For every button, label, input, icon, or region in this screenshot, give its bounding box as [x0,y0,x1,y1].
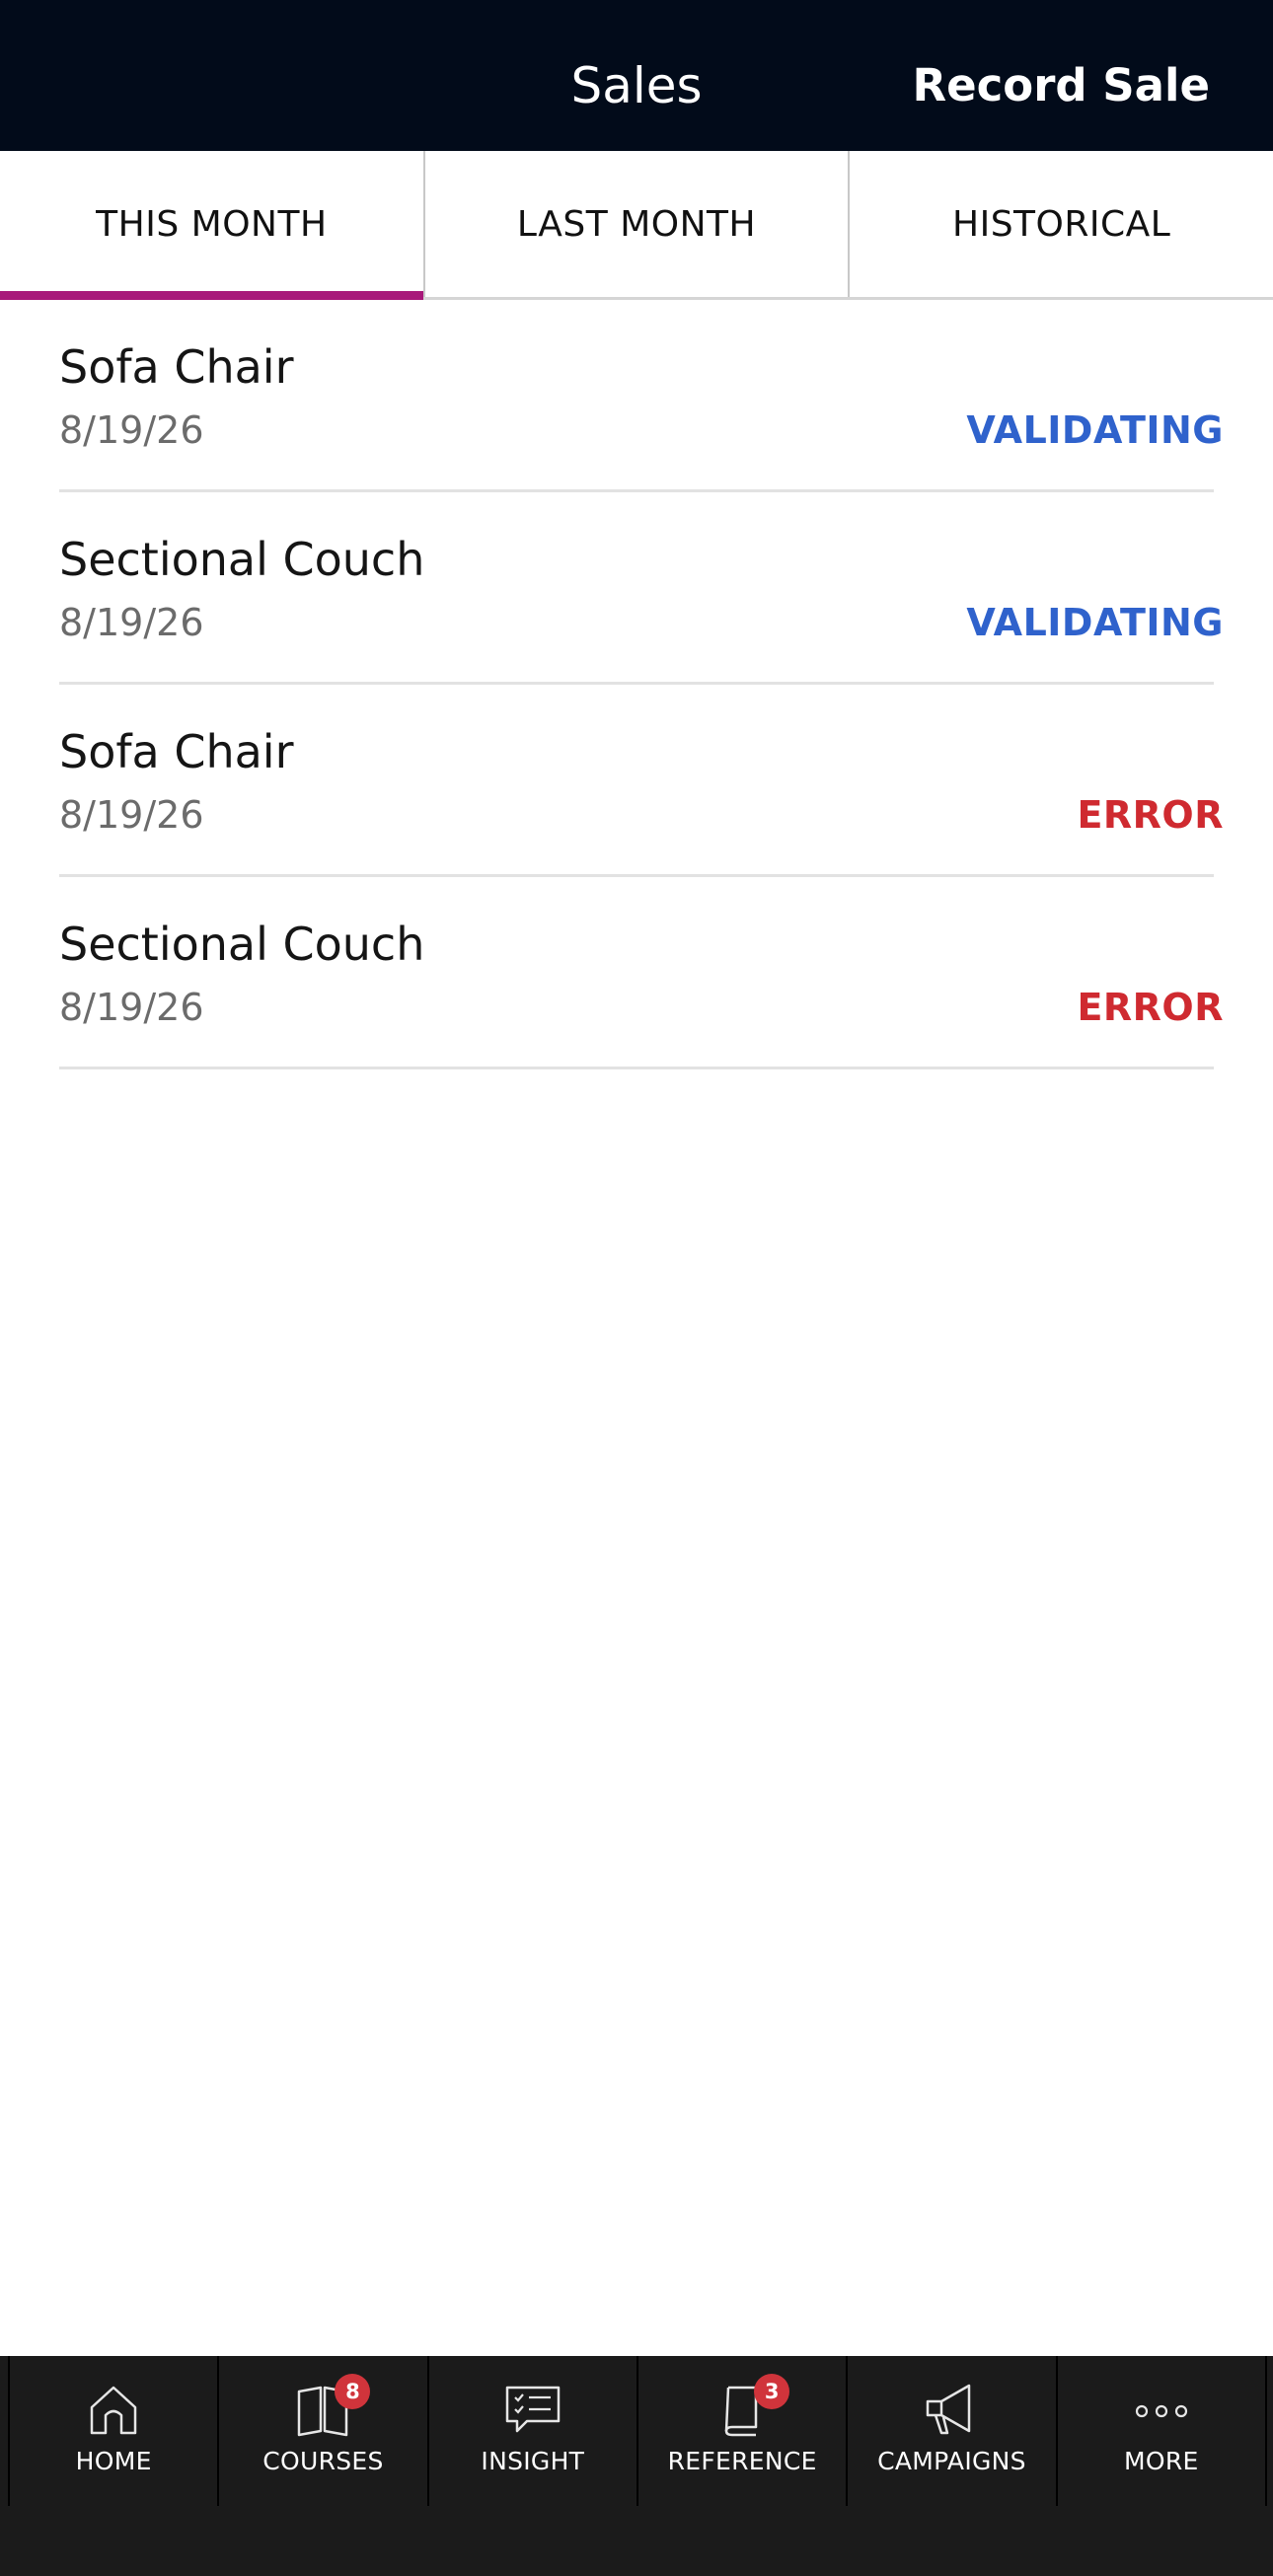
sales-list: Sofa Chair 8/19/26 VALIDATING Sectional … [0,300,1273,1069]
app-screen: Sales Record Sale THIS MONTH LAST MONTH … [0,0,1273,2576]
sale-row[interactable]: Sectional Couch 8/19/26 VALIDATING [0,492,1273,685]
sale-row[interactable]: Sofa Chair 8/19/26 ERROR [0,685,1273,877]
sale-title: Sofa Chair [59,725,294,778]
tab-historical[interactable]: HISTORICAL [848,151,1273,297]
top-bar: Sales Record Sale [0,0,1273,151]
sale-status: ERROR [1077,793,1224,837]
tab-this-month[interactable]: THIS MONTH [0,151,423,300]
home-icon [84,2382,143,2437]
nav-label: CAMPAIGNS [877,2447,1026,2475]
nav-label: MORE [1123,2447,1199,2475]
open-book-icon: 8 [293,2374,371,2437]
nav-label: REFERENCE [667,2447,817,2475]
more-dots-icon [1132,2382,1191,2437]
tab-last-month[interactable]: LAST MONTH [422,151,849,297]
nav-item-reference[interactable]: 3 REFERENCE [636,2356,846,2506]
sale-status: VALIDATING [966,601,1224,644]
nav-item-insight[interactable]: INSIGHT [426,2356,636,2506]
sale-title: Sectional Couch [59,533,425,586]
sale-title: Sofa Chair [59,340,294,394]
chat-checklist-icon [503,2382,562,2437]
sale-row[interactable]: Sectional Couch 8/19/26 ERROR [0,877,1273,1069]
reference-book-icon: 3 [712,2374,790,2437]
nav-item-campaigns[interactable]: CAMPAIGNS [846,2356,1055,2506]
nav-item-more[interactable]: MORE [1055,2356,1267,2506]
courses-badge: 8 [335,2374,371,2409]
bottom-nav: HOME 8 COURSES INSIGHT 3 REFERENCE CAMPA… [0,2356,1273,2576]
reference-badge: 3 [754,2374,790,2409]
nav-item-home[interactable]: HOME [8,2356,217,2506]
sale-date: 8/19/26 [59,408,204,452]
nav-label: HOME [75,2447,152,2475]
megaphone-icon [922,2382,981,2437]
sale-date: 8/19/26 [59,986,204,1029]
nav-label: INSIGHT [481,2447,585,2475]
sale-status: VALIDATING [966,408,1224,452]
bottom-nav-bar: HOME 8 COURSES INSIGHT 3 REFERENCE CAMPA… [8,2356,1267,2506]
sale-status: ERROR [1077,986,1224,1029]
record-sale-button[interactable]: Record Sale [912,55,1210,116]
sale-date: 8/19/26 [59,793,204,837]
period-tabs: THIS MONTH LAST MONTH HISTORICAL [0,151,1273,300]
sale-title: Sectional Couch [59,918,425,971]
nav-label: COURSES [262,2447,384,2475]
nav-item-courses[interactable]: 8 COURSES [217,2356,426,2506]
sale-row[interactable]: Sofa Chair 8/19/26 VALIDATING [0,300,1273,492]
sale-date: 8/19/26 [59,601,204,644]
